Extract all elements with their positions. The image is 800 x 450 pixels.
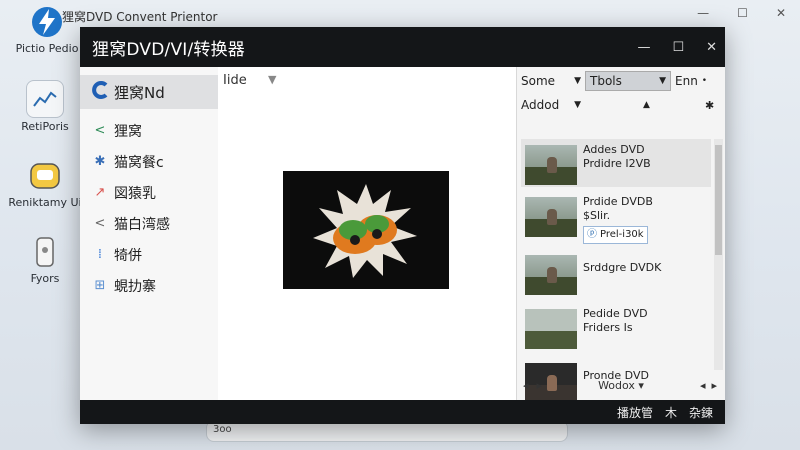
- title-bar: 狸窝DVD/VI/转换器 — ☐ ✕: [80, 27, 725, 67]
- pin-icon[interactable]: ✱: [705, 99, 714, 112]
- minimize-button[interactable]: —: [637, 40, 650, 55]
- badge-label: Prel-i30k: [600, 229, 644, 240]
- scroll-left-icon[interactable]: ◂: [700, 379, 706, 392]
- sidebar-item-label: 狸窝Nd: [114, 83, 165, 102]
- tools-dropdown[interactable]: Tbols ▼: [585, 71, 671, 91]
- caret-down-icon: ▼: [574, 76, 581, 86]
- enn-dropdown[interactable]: Enn •: [671, 71, 711, 91]
- splash-icon: [313, 184, 417, 278]
- app-window: 狸窝DVD/VI/转换器 — ☐ ✕ 狸窝Nd < 狸窝 ✱ 猫窝餐c ↗ 図猿…: [80, 27, 725, 424]
- arrow-icon: ↗: [94, 185, 106, 200]
- item-line-1: Prdide DVDB: [583, 195, 653, 208]
- preview-area: Iide ▼: [218, 67, 516, 400]
- file-panel: Some ▼ Tbols ▼ Enn • Addod ▼ ▲ ✱ Addes D…: [516, 67, 725, 403]
- share-icon: <: [94, 216, 106, 231]
- sidebar-item-label: 犄併: [114, 247, 142, 264]
- caret-down-icon: ▼: [574, 100, 581, 110]
- desktop-close-button[interactable]: ✕: [776, 6, 786, 20]
- sidebar-item-label: 蜆扐寨: [114, 278, 156, 295]
- panel-bottom-bar: ◂ ▸ Wodox ▾ ◂ ▸: [517, 374, 725, 396]
- phone-icon: [27, 234, 63, 270]
- window-dropdown[interactable]: Wodox ▾: [598, 379, 644, 392]
- share-icon: <: [94, 123, 106, 138]
- caret-down-icon: ▼: [659, 76, 666, 86]
- item-line-2: Friders Is: [583, 321, 633, 334]
- sidebar-item-5[interactable]: ⁞ 犄併: [80, 239, 218, 270]
- desktop-icon-retiporis[interactable]: RetiPoris: [2, 80, 88, 133]
- emoji-icon: [27, 158, 63, 194]
- item-line-2: $Slir.: [583, 209, 611, 222]
- grid-icon: ⊞: [94, 278, 106, 293]
- file-list: Addes DVD Prdidre I2VB Prdide DVDB $Slir…: [521, 139, 711, 403]
- list-item[interactable]: Addes DVD Prdidre I2VB: [521, 139, 711, 187]
- sidebar-item-label: 狸窝: [114, 123, 142, 140]
- maximize-button[interactable]: ☐: [672, 40, 684, 55]
- video-thumbnail: [525, 255, 577, 295]
- lightning-icon: [29, 4, 65, 40]
- preview-image: [283, 171, 449, 289]
- status-bar: 播放管 木 杂鍊: [80, 400, 725, 424]
- status-item[interactable]: 杂鍊: [689, 404, 713, 421]
- desktop-window-controls: — ☐ ✕: [697, 6, 786, 20]
- sidebar: 狸窝Nd < 狸窝 ✱ 猫窝餐c ↗ 図猿乳 < 猫白湾感 ⁞ 犄併 ⊞ 蜆扐寨: [80, 67, 219, 400]
- added-dropdown[interactable]: Addod ▼: [517, 95, 585, 115]
- item-line-1: Srddgre DVDK: [583, 261, 662, 274]
- desktop-icon-fyors[interactable]: Fyors: [2, 234, 88, 285]
- sidebar-item-1[interactable]: < 狸窝: [80, 115, 218, 146]
- desktop-maximize-button[interactable]: ☐: [737, 6, 748, 20]
- sidebar-item-4[interactable]: < 猫白湾感: [80, 208, 218, 239]
- bars-icon: ⁞: [97, 247, 103, 262]
- panel-toolbar: Some ▼ Tbols ▼ Enn •: [517, 69, 725, 93]
- question-icon: ⓟ: [587, 229, 597, 240]
- sidebar-item-home[interactable]: 狸窝Nd: [80, 75, 218, 109]
- some-label: Some: [521, 74, 556, 88]
- scroll-left-icon[interactable]: ◂: [523, 379, 529, 392]
- list-item[interactable]: Prdide DVDB $Slir. ⓟ Prel-i30k: [521, 191, 711, 247]
- sidebar-item-6[interactable]: ⊞ 蜆扐寨: [80, 270, 218, 301]
- item-line-2: Prdidre I2VB: [583, 157, 651, 170]
- desktop-icon-reniktamy[interactable]: Reniktamy Ui: [2, 158, 88, 209]
- caret-down-icon[interactable]: ▼: [268, 73, 276, 86]
- desktop-minimize-button[interactable]: —: [697, 6, 709, 20]
- tools-label: Tbols: [590, 74, 622, 88]
- video-thumbnail: [525, 309, 577, 349]
- chart-icon: [26, 80, 64, 118]
- item-badge[interactable]: ⓟ Prel-i30k: [583, 226, 648, 244]
- scroll-right-icon[interactable]: ▸: [711, 379, 717, 392]
- desktop-icon-label: Pictio Pedio: [15, 42, 79, 55]
- video-thumbnail: [525, 145, 577, 185]
- sidebar-item-label: 猫窝餐c: [114, 154, 164, 171]
- added-label: Addod: [521, 98, 560, 112]
- desktop-icon-label: Fyors: [30, 272, 60, 285]
- dot-icon: •: [701, 76, 707, 86]
- item-line-1: Addes DVD: [583, 143, 645, 156]
- desktop-icon-label: Reniktamy Ui: [8, 196, 82, 209]
- status-item[interactable]: 木: [665, 404, 677, 421]
- c-logo-icon: [92, 81, 108, 103]
- sidebar-item-label: 猫白湾感: [114, 216, 170, 233]
- video-thumbnail: [525, 197, 577, 237]
- up-arrow-icon[interactable]: ▲: [643, 100, 650, 110]
- panel-subtoolbar: Addod ▼ ▲ ✱: [517, 93, 725, 117]
- content-header: Iide: [223, 73, 247, 88]
- sidebar-item-3[interactable]: ↗ 図猿乳: [80, 177, 218, 208]
- sidebar-item-label: 図猿乳: [114, 185, 156, 202]
- background-toolbar-label: 3oo: [213, 424, 232, 435]
- enn-label: Enn: [675, 74, 698, 88]
- desktop-icon-label: RetiPoris: [21, 120, 69, 133]
- sparkle-icon: ✱: [94, 154, 106, 169]
- some-dropdown[interactable]: Some ▼: [517, 71, 585, 91]
- window-title: 狸窝DVD/VI/转换器: [92, 39, 246, 60]
- item-line-1: Pedide DVD: [583, 307, 648, 320]
- list-item[interactable]: Srddgre DVDK: [521, 249, 711, 297]
- scroll-right-icon[interactable]: ▸: [537, 379, 543, 392]
- desktop-app-title: 狸窝DVD Convent Prientor: [62, 10, 218, 24]
- sidebar-item-2[interactable]: ✱ 猫窝餐c: [80, 146, 218, 177]
- panel-scrollbar[interactable]: [714, 139, 723, 370]
- list-item[interactable]: Pedide DVD Friders Is: [521, 303, 711, 351]
- close-button[interactable]: ✕: [706, 40, 717, 55]
- status-item[interactable]: 播放管: [617, 404, 653, 421]
